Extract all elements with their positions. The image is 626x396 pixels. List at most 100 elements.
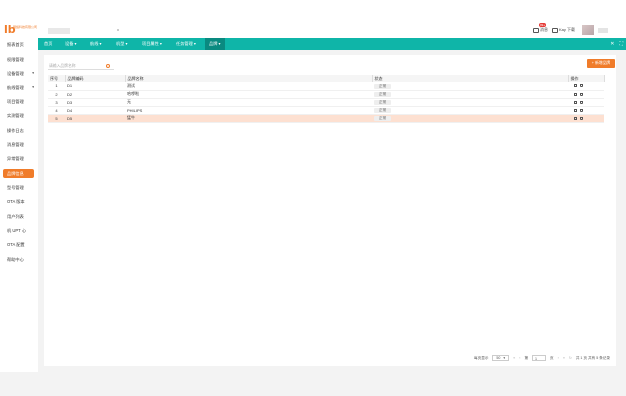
tab-brands[interactable]: 品牌 ▾ <box>205 38 225 50</box>
sidebar-item-exceptions[interactable]: 异常管理 <box>3 154 37 163</box>
row-code: D4 <box>65 106 125 115</box>
last-page-icon[interactable]: » <box>563 356 565 360</box>
sidebar-item-routes[interactable]: 航线管理 ▾ <box>3 83 37 92</box>
account-label: Kay 下载 <box>558 27 575 32</box>
total-records: 共 1 页 共有 5 条记录 <box>575 355 610 360</box>
row-name: 测试 <box>125 82 372 91</box>
prev-page-icon[interactable]: ‹ <box>519 356 520 360</box>
table-row[interactable]: 4 D4 PHILIPS 正常 <box>48 106 604 115</box>
sidebar-item-label: 航线管理 <box>7 85 24 90</box>
row-index: 3 <box>48 98 65 107</box>
tab-devices[interactable]: 设备 ▾ <box>65 38 77 50</box>
first-page-icon[interactable]: « <box>513 356 515 360</box>
edit-icon[interactable] <box>574 100 577 104</box>
column-header-index: 序号 <box>48 75 66 82</box>
edit-icon[interactable] <box>574 116 577 120</box>
sidebar-item-ota-versions[interactable]: OTA 版本 <box>3 197 37 206</box>
edit-icon[interactable] <box>574 92 577 96</box>
row-code: D3 <box>65 98 125 107</box>
edit-icon[interactable] <box>574 108 577 112</box>
status-badge: 正常 <box>374 116 392 121</box>
sidebar-item-messages[interactable]: 消息管理 <box>3 140 37 149</box>
tab-label: 航线 ▾ <box>90 41 102 46</box>
sidebar-item-brands[interactable]: 品牌信息 <box>3 169 34 178</box>
avatar[interactable] <box>582 25 594 35</box>
tab-bar: 首页 设备 ▾ 航线 ▾ 机型 ▾ 项目属性 ▾ 任务管理 ▾ 品牌 ▾ ✕ ⛶ <box>38 38 626 50</box>
sidebar-item-logs[interactable]: 操作日志 <box>3 126 37 135</box>
per-page-select[interactable]: 50 ▾ <box>492 355 510 361</box>
sidebar-item-help[interactable]: 帮助中心 <box>3 255 37 264</box>
sidebar-item-label: 异常管理 <box>7 156 24 161</box>
tab-routes[interactable]: 航线 ▾ <box>90 38 102 50</box>
sidebar-item-users[interactable]: 用户列表 <box>3 212 37 221</box>
sidebar-item-label: 型号管理 <box>7 185 24 190</box>
chevron-down-icon: ▾ <box>32 85 34 89</box>
sidebar-item-label: 报表首页 <box>7 42 24 47</box>
messages-badge: 99+ <box>538 23 547 27</box>
column-header-name[interactable]: 品牌名称 <box>125 75 373 82</box>
delete-icon[interactable] <box>580 92 583 96</box>
sidebar-item-permissions[interactable]: 权限管理 <box>3 55 37 64</box>
delete-icon[interactable] <box>580 84 583 88</box>
column-header-code[interactable]: 品牌编码 <box>65 75 126 82</box>
close-icon[interactable]: ✕ <box>610 38 614 50</box>
sidebar-item-label: OTA 版本 <box>7 199 25 204</box>
blurred-mark <box>117 29 119 31</box>
next-page-icon[interactable]: › <box>558 356 559 360</box>
sidebar-item-label: 帮助中心 <box>7 257 24 262</box>
status-badge: 正常 <box>374 83 392 89</box>
tab-models[interactable]: 机型 ▾ <box>116 38 128 50</box>
app-window: lb 网络科技有限公司 99+ 消息 Kay 下载 报表首页 权限管理 设备管理… <box>0 0 626 396</box>
sidebar-item-label: 项目管理 <box>7 99 24 104</box>
page-prefix: 第 <box>524 355 529 360</box>
row-index: 4 <box>48 106 65 115</box>
table-row[interactable]: 3 D3 无 正常 <box>48 98 604 107</box>
sidebar-item-report-home[interactable]: 报表首页 <box>3 40 37 49</box>
mail-icon <box>532 27 539 33</box>
tab-home[interactable]: 首页 <box>44 38 52 50</box>
delete-icon[interactable] <box>580 108 583 112</box>
column-header-actions: 操作 <box>568 75 605 82</box>
tab-project-attributes[interactable]: 项目属性 ▾ <box>142 38 162 50</box>
sidebar-item-ota-config[interactable]: OTA 配置 <box>3 240 37 249</box>
column-header-status[interactable]: 状态 <box>372 75 569 82</box>
search-icon[interactable] <box>106 64 110 68</box>
sidebar-item-label: 实测管理 <box>7 113 24 118</box>
delete-icon[interactable] <box>580 116 583 120</box>
table-row[interactable]: 1 D1 测试 正常 <box>48 82 604 91</box>
account-button[interactable]: Kay 下载 <box>551 27 575 33</box>
expand-icon[interactable]: ⛶ <box>619 38 623 50</box>
sidebar-item-label: 机 UPT 心 <box>7 228 27 233</box>
logo-text: 网络科技有限公司 <box>13 25 38 29</box>
messages-button[interactable]: 99+ 消息 <box>532 23 548 33</box>
top-header: lb 网络科技有限公司 99+ 消息 Kay 下载 <box>0 0 626 38</box>
tab-tasks[interactable]: 任务管理 ▾ <box>176 38 196 50</box>
user-icon <box>551 27 558 33</box>
add-brand-button[interactable]: + 新增品牌 <box>587 59 615 68</box>
sidebar-item-models[interactable]: 型号管理 <box>3 183 37 192</box>
refresh-icon[interactable]: ↻ <box>569 356 572 360</box>
delete-icon[interactable] <box>580 100 583 104</box>
tab-label: 任务管理 ▾ <box>176 41 197 46</box>
page-number-input[interactable]: 1 <box>532 355 547 361</box>
table-row[interactable]: 2 D2 哈啰啦 正常 <box>48 90 604 99</box>
sidebar-item-label: 用户列表 <box>7 214 24 219</box>
edit-icon[interactable] <box>574 84 577 88</box>
tab-label: 品牌 ▾ <box>209 41 221 46</box>
chevron-down-icon: ▾ <box>503 356 506 360</box>
sidebar-item-projects[interactable]: 项目管理 <box>3 97 37 106</box>
brand-logo[interactable]: lb 网络科技有限公司 <box>4 24 38 36</box>
pagination: 每页显示 50 ▾ « ‹ 第 1 页 › » ↻ 共 1 页 共有 5 条记录 <box>474 354 610 362</box>
brand-list-panel: 请输入品牌名称 + 新增品牌 序号 品牌编码 品牌名称 状态 操作 1 D1 测… <box>44 55 616 366</box>
tab-label: 项目属性 ▾ <box>142 41 163 46</box>
search-input[interactable]: 请输入品牌名称 <box>48 62 114 70</box>
blurred-user-name <box>598 27 608 33</box>
table-row-selected[interactable]: 5 D5 猛牛 正常 <box>48 114 604 123</box>
blurred-title <box>48 28 70 34</box>
sidebar-item-measurements[interactable]: 实测管理 <box>3 111 37 120</box>
sidebar-item-devices[interactable]: 设备管理 ▾ <box>3 69 37 78</box>
chevron-down-icon: ▾ <box>32 71 34 75</box>
row-name: 哈啰啦 <box>125 90 372 99</box>
row-code: D5 <box>65 114 125 123</box>
sidebar-item-upt[interactable]: 机 UPT 心 <box>3 226 37 235</box>
